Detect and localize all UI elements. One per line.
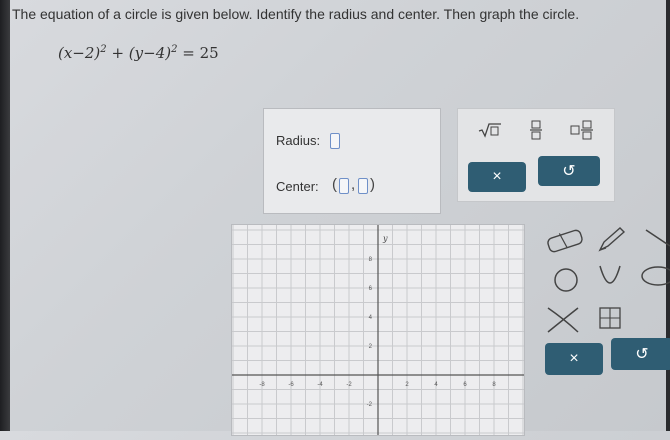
equation-term-x: (x−2) — [58, 44, 101, 62]
answer-box: Radius: Center: ( , ) — [263, 108, 441, 214]
question-text: The equation of a circle is given below.… — [12, 6, 580, 22]
equation-plus: + — [111, 44, 125, 62]
y-tick-label: 4 — [369, 315, 373, 321]
answer-undo-button[interactable]: ↺ — [538, 156, 600, 186]
graph-clear-button[interactable]: × — [545, 343, 603, 375]
graph-undo-button[interactable]: ↺ — [611, 338, 670, 370]
center-open-paren: ( — [332, 176, 337, 193]
y-tick-label: -2 — [367, 402, 373, 408]
center-comma: , — [351, 176, 356, 193]
x-tick-label: -6 — [288, 382, 294, 388]
fraction-icon — [530, 120, 542, 140]
center-x-input[interactable] — [339, 178, 349, 194]
y-tick-label: 2 — [369, 344, 373, 350]
x-tick-label: -2 — [346, 382, 352, 388]
x-tick-label: -8 — [259, 382, 265, 388]
center-close-paren: ) — [370, 176, 375, 193]
graph-grid[interactable]: y -8 -6 -4 -2 2 4 6 8 8 6 4 2 -2 — [232, 225, 524, 435]
mixed-number-button[interactable] — [562, 117, 602, 143]
y-tick-label: 6 — [369, 286, 373, 292]
sqrt-icon — [478, 123, 501, 138]
coordinate-graph[interactable]: y -8 -6 -4 -2 2 4 6 8 8 6 4 2 -2 — [231, 224, 525, 436]
line-tool-icon[interactable] — [645, 229, 670, 247]
pencil-icon[interactable] — [598, 227, 626, 252]
x-tick-label: 6 — [463, 382, 467, 388]
radius-label: Radius: — [276, 133, 321, 148]
circle-tool-icon[interactable] — [554, 268, 578, 292]
ellipse-tool-icon[interactable] — [641, 266, 670, 286]
equation-term-y: (y−4) — [128, 44, 172, 62]
circle-equation: (x−2)2 + (y−4)2 = 25 — [58, 44, 219, 62]
eraser-icon[interactable] — [547, 229, 584, 253]
fraction-button[interactable] — [518, 117, 554, 143]
hyperbola-tool-icon[interactable] — [547, 307, 579, 333]
answer-clear-button[interactable]: × — [468, 162, 526, 192]
center-y-input[interactable] — [358, 178, 368, 194]
radius-input[interactable] — [330, 133, 340, 149]
center-label: Center: — [276, 179, 319, 194]
x-tick-label: 2 — [405, 382, 409, 388]
x-tick-label: -4 — [317, 382, 323, 388]
y-axis-label: y — [382, 234, 388, 243]
table-tool-icon[interactable] — [599, 307, 621, 329]
x-tick-label: 4 — [434, 382, 438, 388]
equation-exponent-y: 2 — [171, 44, 178, 55]
sqrt-button[interactable] — [470, 117, 510, 143]
equation-exponent-x: 2 — [100, 44, 107, 55]
screen-edge-left — [0, 0, 10, 431]
equation-rhs: = 25 — [182, 44, 219, 62]
x-tick-label: 8 — [492, 382, 496, 388]
mixed-number-icon — [570, 120, 593, 140]
y-tick-label: 8 — [369, 257, 373, 263]
parabola-tool-icon[interactable] — [599, 265, 621, 284]
